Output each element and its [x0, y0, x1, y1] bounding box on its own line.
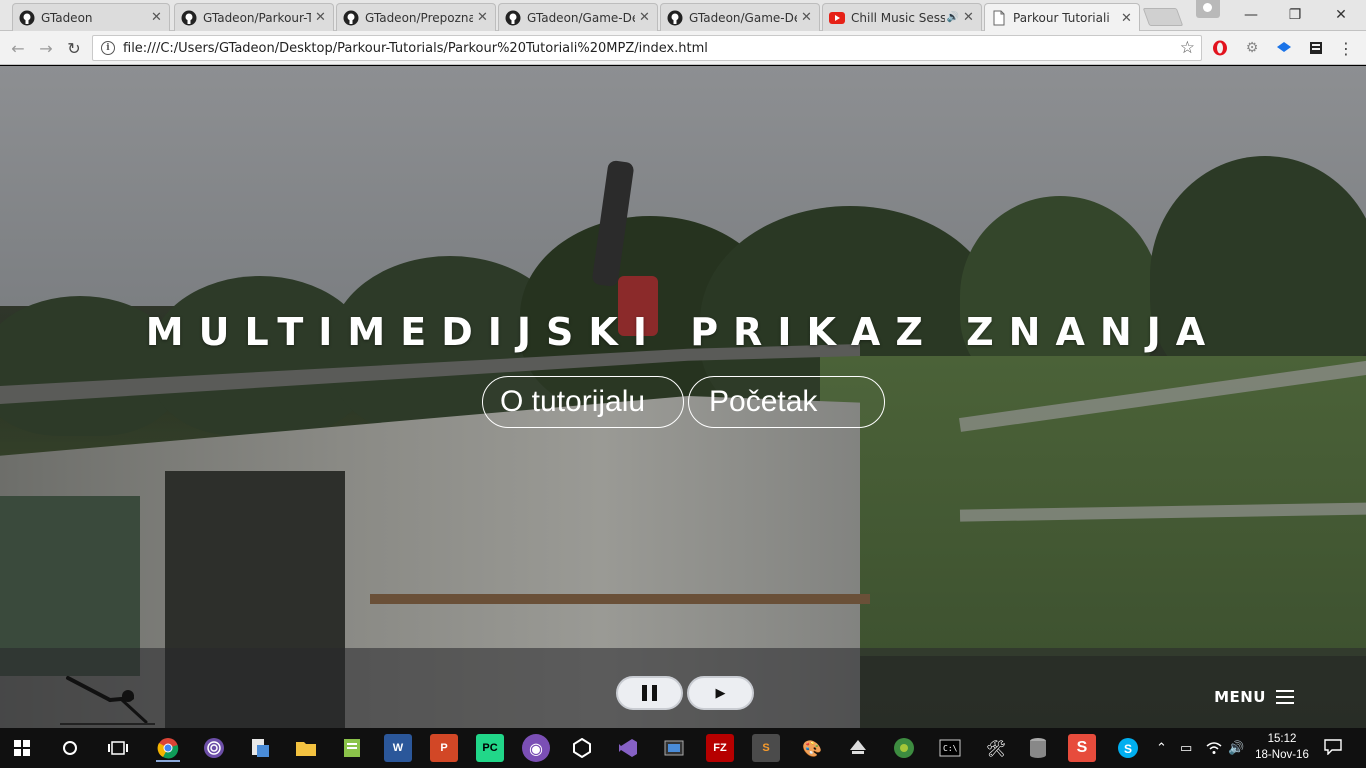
- close-icon[interactable]: ✕: [801, 10, 813, 25]
- taskbar-clock[interactable]: 15:12 18-Nov-16: [1252, 731, 1312, 763]
- back-icon[interactable]: ←: [6, 36, 30, 60]
- github-icon: [505, 10, 521, 25]
- skype-icon[interactable]: S: [1114, 734, 1142, 762]
- snippet-icon[interactable]: S: [1068, 734, 1096, 762]
- github-icon: [181, 10, 197, 25]
- notification-icon[interactable]: [1322, 736, 1344, 758]
- minimize-icon[interactable]: —: [1228, 0, 1274, 30]
- tab-chill-music[interactable]: Chill Music Sess 🔊 ✕: [822, 3, 982, 31]
- clock-time: 15:12: [1267, 733, 1297, 745]
- close-icon[interactable]: ✕: [151, 10, 163, 25]
- profile-icon[interactable]: [1196, 0, 1220, 18]
- start-button[interactable]: Početak: [688, 376, 885, 428]
- menu-button[interactable]: MENU: [1214, 688, 1294, 706]
- about-tutorial-button[interactable]: O tutorijalu: [482, 376, 684, 428]
- tab-strip: GTadeon ✕ GTadeon/Parkour-T ✕ GTadeon/Pr…: [0, 0, 1366, 32]
- visual-studio-icon[interactable]: [614, 734, 642, 762]
- menu-label: MENU: [1214, 688, 1266, 706]
- close-icon[interactable]: ✕: [315, 10, 327, 25]
- search-icon[interactable]: [56, 734, 84, 762]
- folder-icon[interactable]: [292, 734, 320, 762]
- evernote-icon[interactable]: [1306, 38, 1326, 58]
- inkscape-icon[interactable]: [844, 734, 872, 762]
- pycharm-icon[interactable]: PC: [476, 734, 504, 762]
- github-icon: [343, 10, 359, 25]
- notepad-icon[interactable]: [338, 734, 366, 762]
- app-icon[interactable]: ◉: [522, 734, 550, 762]
- tab-title: GTadeon: [41, 10, 93, 25]
- page-icon: [993, 10, 1005, 26]
- svg-text:S: S: [1124, 742, 1132, 756]
- tab-title: GTadeon/Prepozna: [365, 10, 473, 25]
- close-icon[interactable]: ✕: [477, 10, 489, 25]
- chrome-menu-icon[interactable]: ⋮: [1336, 38, 1356, 58]
- tab-title: Parkour Tutoriali: [1013, 11, 1110, 25]
- taskbar: W P PC ◉ FZ S 🎨 C:\ 🛠 S S ⌃ ▭ 🔊 15:12 18…: [0, 728, 1366, 768]
- hamburger-icon: [1276, 690, 1294, 704]
- close-icon[interactable]: ✕: [1121, 11, 1133, 26]
- pause-icon: [642, 685, 657, 701]
- database-icon[interactable]: [1024, 734, 1052, 762]
- tab-game-dev-repo-2[interactable]: GTadeon/Game-De ✕: [660, 3, 820, 31]
- tools-icon[interactable]: 🛠: [982, 734, 1010, 762]
- clock-date: 18-Nov-16: [1255, 749, 1309, 761]
- tab-title: GTadeon/Parkour-T: [203, 10, 311, 25]
- forward-icon[interactable]: →: [34, 36, 58, 60]
- chrome-icon[interactable]: [154, 734, 182, 762]
- window-close-icon[interactable]: ✕: [1318, 0, 1364, 30]
- windows-start-icon[interactable]: [8, 734, 36, 762]
- pause-button[interactable]: [616, 676, 683, 710]
- word-icon[interactable]: W: [384, 734, 412, 762]
- close-icon[interactable]: ✕: [639, 10, 651, 25]
- tab-prepozna-repo[interactable]: GTadeon/Prepozna ✕: [336, 3, 496, 31]
- hero-buttons: O tutorijalu Početak: [482, 376, 885, 428]
- hero-title: MULTIMEDIJSKI PRIKAZ ZNANJA: [145, 310, 1221, 354]
- volume-icon[interactable]: 🔊: [1228, 728, 1244, 768]
- github-icon: [19, 10, 35, 25]
- extension-icon[interactable]: ⚙: [1242, 38, 1262, 58]
- youtube-icon: [829, 11, 845, 24]
- terminal-icon[interactable]: C:\: [936, 734, 964, 762]
- play-button[interactable]: ▶: [687, 676, 754, 710]
- svg-text:C:\: C:\: [943, 744, 958, 753]
- filezilla-icon[interactable]: FZ: [706, 734, 734, 762]
- bottom-bar: ▶ MENU: [0, 648, 1366, 728]
- parkour-logo[interactable]: [60, 670, 155, 726]
- movie-maker-icon[interactable]: [660, 734, 688, 762]
- paint-icon[interactable]: 🎨: [798, 734, 826, 762]
- wifi-icon[interactable]: [1206, 728, 1222, 768]
- tab-game-dev-repo-1[interactable]: GTadeon/Game-De ✕: [498, 3, 658, 31]
- tab-title: Chill Music Sess: [851, 10, 945, 25]
- new-tab-button[interactable]: [1142, 8, 1184, 26]
- task-view-icon[interactable]: [104, 734, 132, 762]
- battery-icon[interactable]: ▭: [1180, 728, 1192, 768]
- tab-title: GTadeon/Game-De: [527, 10, 635, 25]
- tor-browser-icon[interactable]: [200, 734, 228, 762]
- tray-chevron-icon[interactable]: ⌃: [1156, 728, 1167, 768]
- restore-icon[interactable]: ❐: [1272, 0, 1318, 30]
- layers-icon[interactable]: [1274, 38, 1294, 58]
- sublime-icon[interactable]: S: [752, 734, 780, 762]
- info-icon[interactable]: i: [101, 41, 115, 55]
- powerpoint-icon[interactable]: P: [430, 734, 458, 762]
- reload-icon[interactable]: ↻: [62, 36, 86, 60]
- unity-icon[interactable]: [568, 734, 596, 762]
- play-icon: ▶: [715, 685, 726, 701]
- android-studio-icon[interactable]: [890, 734, 918, 762]
- address-bar[interactable]: i file:///C:/Users/GTadeon/Desktop/Parko…: [92, 35, 1202, 61]
- tab-parkour-repo[interactable]: GTadeon/Parkour-T ✕: [174, 3, 334, 31]
- page-viewport: MULTIMEDIJSKI PRIKAZ ZNANJA O tutorijalu…: [0, 66, 1366, 728]
- tab-gtadeon[interactable]: GTadeon ✕: [12, 3, 170, 31]
- browser-toolbar: ← → ↻ i file:///C:/Users/GTadeon/Desktop…: [0, 31, 1366, 65]
- tab-title: GTadeon/Game-De: [689, 10, 797, 25]
- opera-icon[interactable]: [1210, 38, 1230, 58]
- tab-parkour-tutoriali[interactable]: Parkour Tutoriali ✕: [984, 3, 1140, 32]
- speaker-icon[interactable]: 🔊: [947, 12, 959, 23]
- bookmark-star-icon[interactable]: ☆: [1180, 38, 1195, 58]
- github-icon: [667, 10, 683, 25]
- url-text[interactable]: file:///C:/Users/GTadeon/Desktop/Parkour…: [123, 41, 1180, 56]
- close-icon[interactable]: ✕: [963, 10, 975, 25]
- file-explorer-icon[interactable]: [246, 734, 274, 762]
